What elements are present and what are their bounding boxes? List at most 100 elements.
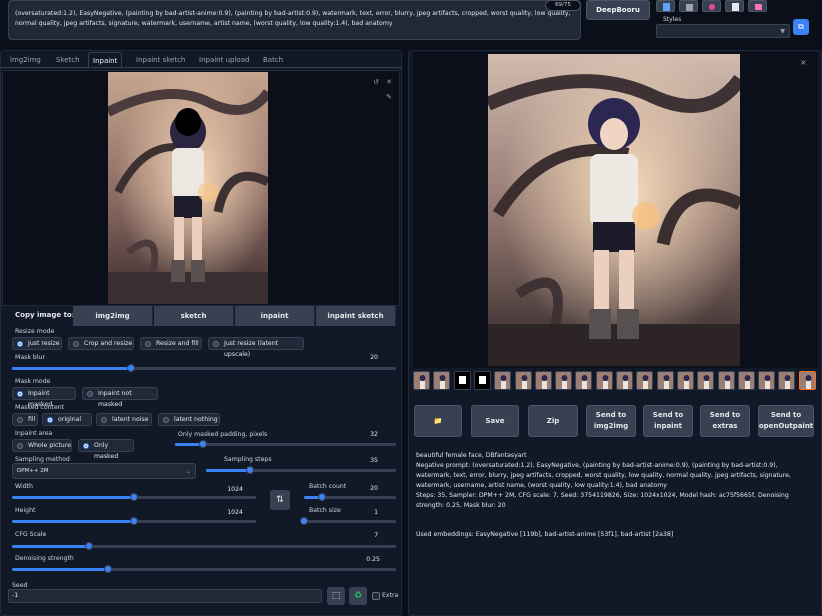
- denoising-slider[interactable]: [12, 565, 396, 573]
- gallery-thumbnail[interactable]: [534, 371, 552, 390]
- gallery-thumbnail[interactable]: [697, 371, 715, 390]
- gallery-thumbnail[interactable]: [717, 371, 735, 390]
- height-slider[interactable]: [12, 517, 256, 525]
- mask-blur-slider[interactable]: [12, 364, 396, 372]
- close-icon[interactable]: ✕: [384, 77, 394, 87]
- inpaint-source-image[interactable]: [108, 72, 268, 304]
- gallery-thumbnail[interactable]: [514, 371, 532, 390]
- gallery-thumbnail[interactable]: [453, 371, 471, 390]
- output-image[interactable]: [488, 54, 740, 366]
- padding-slider[interactable]: [175, 440, 396, 448]
- batch-size-value[interactable]: 1: [348, 509, 378, 516]
- radio-only-masked[interactable]: Only masked: [78, 439, 134, 460]
- radio-inpaint-masked[interactable]: Inpaint masked: [12, 387, 76, 408]
- extra-checkbox[interactable]: [372, 592, 380, 600]
- copy-to-inpaint-button[interactable]: inpaint: [235, 306, 315, 326]
- deepbooru-button[interactable]: DeepBooru: [586, 0, 650, 20]
- gallery-thumbnail[interactable]: [676, 371, 694, 390]
- trash-icon[interactable]: [679, 0, 698, 12]
- gallery-thumbnail[interactable]: [656, 371, 674, 390]
- radio-latent-nothing[interactable]: latent nothing: [158, 413, 220, 426]
- negative-prompt-textarea[interactable]: (oversaturated:1.2), EasyNegative, (pain…: [8, 0, 581, 40]
- gallery-thumbnail[interactable]: [798, 371, 816, 390]
- padding-value[interactable]: 32: [348, 431, 378, 438]
- save-style-icon[interactable]: [748, 0, 767, 12]
- token-counter: 69/75: [545, 0, 581, 11]
- radio-label: Crop and resize: [84, 340, 133, 347]
- tab-batch[interactable]: Batch: [259, 52, 287, 68]
- radio-inpaint-not-masked[interactable]: Inpaint not masked: [82, 387, 158, 408]
- gallery-thumbnail[interactable]: [636, 371, 654, 390]
- radio-original[interactable]: original: [42, 413, 92, 426]
- send-to-inpaint-button[interactable]: Send to inpaint: [643, 405, 693, 437]
- sampling-steps-slider[interactable]: [206, 466, 396, 474]
- save-button[interactable]: Save: [471, 405, 519, 437]
- width-slider[interactable]: [12, 493, 256, 501]
- styles-dropdown[interactable]: ▼: [656, 24, 790, 38]
- seed-input[interactable]: -1: [8, 589, 322, 603]
- tab-img2img[interactable]: img2img: [6, 52, 45, 68]
- open-folder-button[interactable]: 📁: [414, 405, 462, 437]
- extra-networks-icon[interactable]: [702, 0, 721, 12]
- send-to-img2img-button[interactable]: Send to img2img: [586, 405, 636, 437]
- gallery-thumbnail[interactable]: [413, 371, 430, 390]
- radio-fill[interactable]: fill: [12, 413, 38, 426]
- swap-dimensions-icon[interactable]: ⇅: [270, 490, 290, 510]
- gallery-thumbnail[interactable]: [758, 371, 776, 390]
- tab-inpaint-sketch[interactable]: Inpaint sketch: [132, 52, 189, 68]
- styles-label: Styles: [663, 16, 682, 23]
- clipboard-icon[interactable]: [725, 0, 744, 12]
- send-to-extras-button[interactable]: Send to extras: [700, 405, 750, 437]
- brush-icon[interactable]: ✎: [384, 92, 394, 102]
- gallery-thumbnail[interactable]: [494, 371, 512, 390]
- height-value[interactable]: 1024: [213, 509, 243, 516]
- tab-sketch[interactable]: Sketch: [52, 52, 84, 68]
- zip-button[interactable]: Zip: [528, 405, 578, 437]
- recycle-icon[interactable]: ♻: [349, 587, 367, 605]
- tab-inpaint-upload[interactable]: Inpaint upload: [195, 52, 253, 68]
- resize-mode-label: Resize mode: [15, 328, 55, 335]
- gallery-thumbnail[interactable]: [473, 371, 491, 390]
- radio-latent-upscale[interactable]: Just resize (latent upscale): [208, 337, 304, 358]
- sampling-steps-label: Sampling steps: [224, 456, 272, 463]
- inpaint-area-label: Inpaint area: [15, 430, 53, 437]
- close-icon[interactable]: ×: [800, 58, 807, 67]
- paste-icon[interactable]: [656, 0, 675, 12]
- batch-count-value[interactable]: 20: [348, 485, 378, 492]
- gallery-thumbnail[interactable]: [433, 371, 451, 390]
- gallery-thumbnail[interactable]: [575, 371, 593, 390]
- gallery-thumbnail[interactable]: [778, 371, 796, 390]
- sampling-method-select[interactable]: DPM++ 2M ⌄: [12, 463, 196, 479]
- radio-label: original: [58, 416, 82, 423]
- denoising-value[interactable]: 0.25: [350, 556, 380, 563]
- copy-image-label: Copy image to:: [15, 311, 75, 319]
- gallery-thumbnail[interactable]: [616, 371, 633, 390]
- radio-whole-picture[interactable]: Whole picture: [12, 439, 72, 452]
- copy-to-inpaint-sketch-button[interactable]: inpaint sketch: [316, 306, 396, 326]
- denoising-label: Denoising strength: [15, 555, 74, 562]
- batch-size-slider[interactable]: [300, 517, 396, 525]
- cfg-scale-slider[interactable]: [12, 542, 396, 550]
- dice-icon[interactable]: ⬚: [327, 587, 345, 605]
- gallery-thumbnail[interactable]: [555, 371, 573, 390]
- tab-inpaint[interactable]: Inpaint: [88, 52, 123, 68]
- sampling-steps-value[interactable]: 35: [348, 457, 378, 464]
- gallery-thumbnail[interactable]: [595, 371, 613, 390]
- undo-icon[interactable]: ↺: [371, 77, 381, 87]
- batch-count-slider[interactable]: [304, 493, 396, 501]
- copy-to-img2img-button[interactable]: img2img: [73, 306, 153, 326]
- radio-just-resize[interactable]: Just resize: [12, 337, 62, 350]
- radio-crop-and-resize[interactable]: Crop and resize: [68, 337, 134, 350]
- radio-resize-and-fill[interactable]: Resize and fill: [140, 337, 202, 350]
- apply-styles-icon[interactable]: ⧉: [793, 19, 809, 35]
- mask-blur-value[interactable]: 20: [348, 354, 378, 361]
- radio-latent-noise[interactable]: latent noise: [96, 413, 152, 426]
- send-to-openoutpaint-button[interactable]: Send to openOutpaint: [758, 405, 814, 437]
- masked-content-label: Masked content: [15, 404, 65, 411]
- radio-label: latent nothing: [174, 416, 218, 423]
- gallery-thumbnail[interactable]: [737, 371, 755, 390]
- cfg-scale-value[interactable]: 7: [348, 532, 378, 539]
- tab-divider: [0, 67, 402, 68]
- width-value[interactable]: 1024: [213, 486, 243, 493]
- copy-to-sketch-button[interactable]: sketch: [154, 306, 234, 326]
